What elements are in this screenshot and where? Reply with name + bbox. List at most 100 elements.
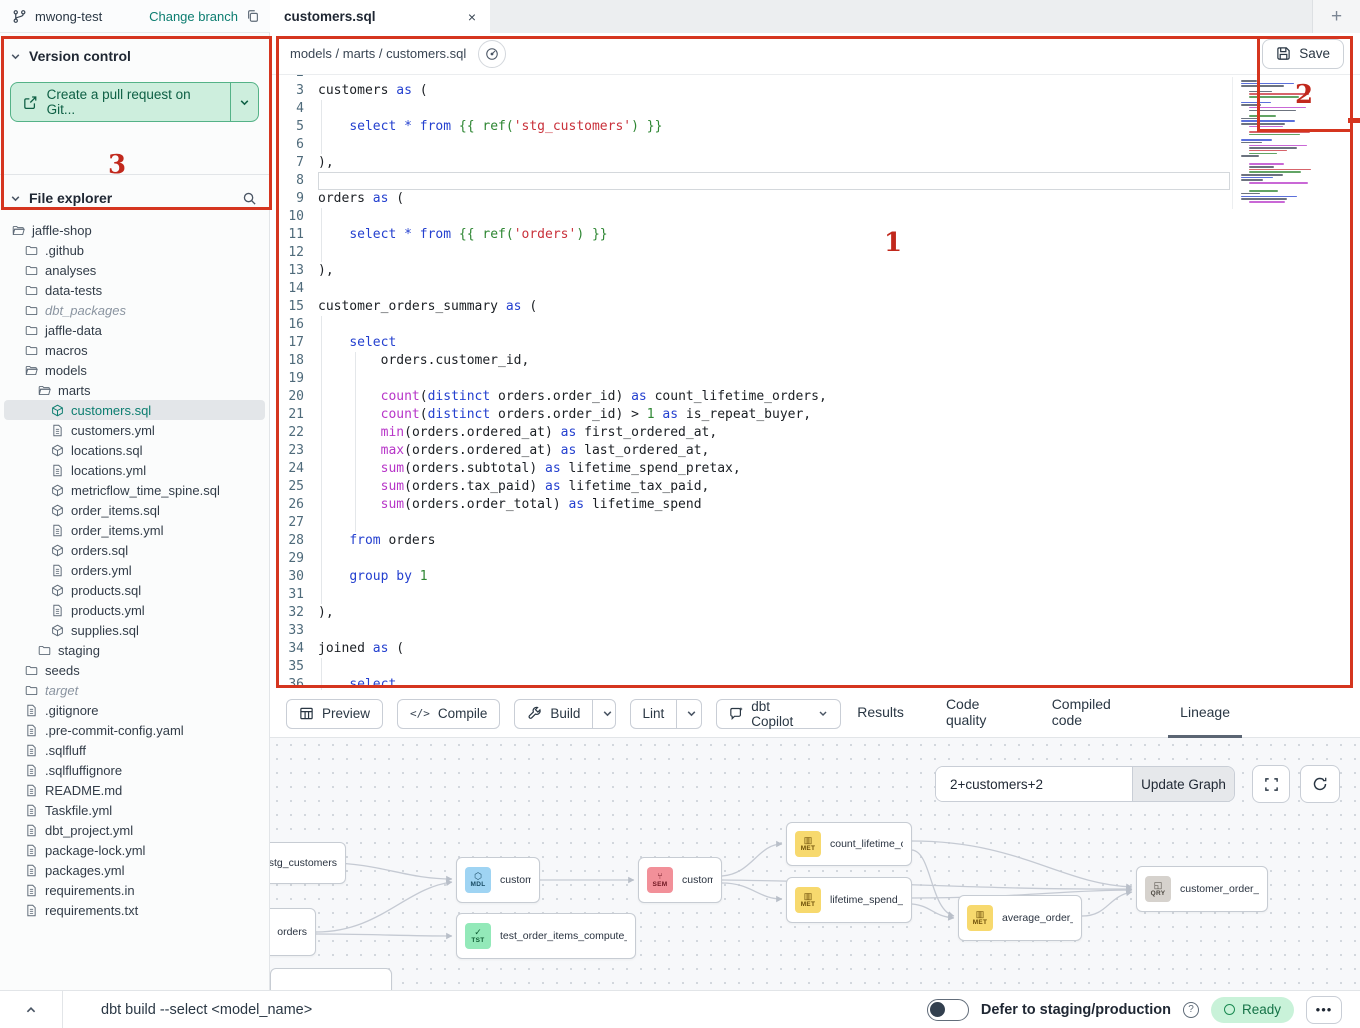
code-line-7[interactable]: 7), <box>270 154 1360 172</box>
fullscreen-button[interactable] <box>1252 765 1290 803</box>
tree-item-dbt-packages[interactable]: dbt_packages <box>4 300 265 320</box>
change-branch-link[interactable]: Change branch <box>149 9 238 24</box>
file-explorer-header[interactable]: File explorer <box>0 175 269 214</box>
lint-button[interactable]: Lint <box>631 700 677 728</box>
code-line-20[interactable]: 20 count(distinct orders.order_id) as co… <box>270 388 1360 406</box>
tree-item-marts[interactable]: marts <box>4 380 265 400</box>
tree-item-jaffle-shop[interactable]: jaffle-shop <box>4 220 265 240</box>
tree-item-data-tests[interactable]: data-tests <box>4 280 265 300</box>
code-line-31[interactable]: 31 <box>270 586 1360 604</box>
new-tab-button[interactable]: + <box>1312 0 1360 33</box>
code-line-23[interactable]: 23 max(orders.ordered_at) as last_ordere… <box>270 442 1360 460</box>
code-line-16[interactable]: 16 <box>270 316 1360 334</box>
code-line-29[interactable]: 29 <box>270 550 1360 568</box>
expand-command-bar[interactable] <box>0 1004 62 1016</box>
code-line-18[interactable]: 18 orders.customer_id, <box>270 352 1360 370</box>
code-line-27[interactable]: 27 <box>270 514 1360 532</box>
tab-lineage[interactable]: Lineage <box>1168 690 1242 738</box>
tree-item-products-yml[interactable]: products.yml <box>4 600 265 620</box>
compile-button[interactable]: </> Compile <box>397 699 500 729</box>
code-line-34[interactable]: 34joined as ( <box>270 640 1360 658</box>
defer-toggle[interactable] <box>927 999 969 1021</box>
code-line-9[interactable]: 9orders as ( <box>270 190 1360 208</box>
tree-item-metricflow-time-spine-sql[interactable]: metricflow_time_spine.sql <box>4 480 265 500</box>
code-line-15[interactable]: 15customer_orders_summary as ( <box>270 298 1360 316</box>
command-input[interactable]: dbt build --select <model_name> <box>101 1002 312 1018</box>
code-line-25[interactable]: 25 sum(orders.tax_paid) as lifetime_tax_… <box>270 478 1360 496</box>
tree-item--sqlfluff[interactable]: .sqlfluff <box>4 740 265 760</box>
tree-item--gitignore[interactable]: .gitignore <box>4 700 265 720</box>
tree-item-orders-sql[interactable]: orders.sql <box>4 540 265 560</box>
tree-item-customers-sql[interactable]: customers.sql <box>4 400 265 420</box>
code-line-3[interactable]: 3customers as ( <box>270 82 1360 100</box>
tree-item-macros[interactable]: macros <box>4 340 265 360</box>
lineage-node-customer-order-metrics[interactable]: ◱QRYcustomer_order_metrics <box>1136 866 1268 912</box>
refresh-button[interactable] <box>1300 765 1340 803</box>
copy-icon[interactable] <box>246 9 260 23</box>
code-line-8[interactable]: 8 <box>270 172 1360 190</box>
lineage-selector-input[interactable] <box>936 767 1132 801</box>
code-line-30[interactable]: 30 group by 1 <box>270 568 1360 586</box>
tree-item-analyses[interactable]: analyses <box>4 260 265 280</box>
lineage-node-stg-customers[interactable]: stg_customers <box>270 842 346 884</box>
code-line-4[interactable]: 4 <box>270 100 1360 118</box>
tree-item-locations-sql[interactable]: locations.sql <box>4 440 265 460</box>
tree-item--github[interactable]: .github <box>4 240 265 260</box>
lineage-node-customers[interactable]: ⬡MDLcustomers <box>456 857 540 903</box>
build-button[interactable]: Build <box>515 700 592 728</box>
code-line-10[interactable]: 10 <box>270 208 1360 226</box>
code-line-32[interactable]: 32), <box>270 604 1360 622</box>
tree-item-target[interactable]: target <box>4 680 265 700</box>
tree-item-customers-yml[interactable]: customers.yml <box>4 420 265 440</box>
code-line-24[interactable]: 24 sum(orders.subtotal) as lifetime_spen… <box>270 460 1360 478</box>
tree-item-readme-md[interactable]: README.md <box>4 780 265 800</box>
tree-item-order-items-sql[interactable]: order_items.sql <box>4 500 265 520</box>
lineage-node-lifetime-spend-pretax[interactable]: ▥METlifetime_spend_pretax <box>786 877 912 923</box>
code-line-6[interactable]: 6 <box>270 136 1360 154</box>
tree-item-products-sql[interactable]: products.sql <box>4 580 265 600</box>
help-icon[interactable]: ? <box>1183 1002 1199 1018</box>
code-line-12[interactable]: 12 <box>270 244 1360 262</box>
update-graph-button[interactable]: Update Graph <box>1132 767 1234 801</box>
code-line-36[interactable]: 36 select <box>270 676 1360 690</box>
save-button[interactable]: Save <box>1262 39 1344 69</box>
tab-results[interactable]: Results <box>855 690 906 738</box>
tree-item--pre-commit-config-yaml[interactable]: .pre-commit-config.yaml <box>4 720 265 740</box>
tree-item-dbt-project-yml[interactable]: dbt_project.yml <box>4 820 265 840</box>
code-line-26[interactable]: 26 sum(orders.order_total) as lifetime_s… <box>270 496 1360 514</box>
code-line-21[interactable]: 21 count(distinct orders.order_id) > 1 a… <box>270 406 1360 424</box>
tree-item-locations-yml[interactable]: locations.yml <box>4 460 265 480</box>
lineage-node-test-order-items-compute-to-bools-[interactable]: ✓TSTtest_order_items_compute_to_bools... <box>456 913 636 959</box>
pr-button-dropdown[interactable] <box>230 83 258 121</box>
tree-item-supplies-sql[interactable]: supplies.sql <box>4 620 265 640</box>
tree-item-order-items-yml[interactable]: order_items.yml <box>4 520 265 540</box>
code-line-2[interactable]: 2 <box>270 75 1360 82</box>
tree-item-models[interactable]: models <box>4 360 265 380</box>
code-line-19[interactable]: 19 <box>270 370 1360 388</box>
search-icon[interactable] <box>242 191 257 206</box>
tree-item-packages-yml[interactable]: packages.yml <box>4 860 265 880</box>
preview-button[interactable]: Preview <box>286 699 383 729</box>
dbt-copilot-button[interactable]: dbt Copilot <box>716 699 842 729</box>
tab-compiled-code[interactable]: Compiled code <box>1050 690 1130 738</box>
tree-item-taskfile-yml[interactable]: Taskfile.yml <box>4 800 265 820</box>
code-line-13[interactable]: 13), <box>270 262 1360 280</box>
model-health-icon[interactable] <box>478 40 506 68</box>
code-line-11[interactable]: 11 select * from {{ ref('orders') }} <box>270 226 1360 244</box>
tree-item-requirements-in[interactable]: requirements.in <box>4 880 265 900</box>
tree-item--sqlfluffignore[interactable]: .sqlfluffignore <box>4 760 265 780</box>
tab-customers-sql[interactable]: customers.sql × <box>270 0 490 33</box>
close-icon[interactable]: × <box>468 9 476 25</box>
create-pull-request-button[interactable]: Create a pull request on Git... <box>10 82 259 122</box>
tree-item-orders-yml[interactable]: orders.yml <box>4 560 265 580</box>
tab-code-quality[interactable]: Code quality <box>944 690 1012 738</box>
tree-item-package-lock-yml[interactable]: package-lock.yml <box>4 840 265 860</box>
code-editor[interactable]: 23customers as (45 select * from {{ ref(… <box>270 75 1360 690</box>
tree-item-seeds[interactable]: seeds <box>4 660 265 680</box>
code-line-22[interactable]: 22 min(orders.ordered_at) as first_order… <box>270 424 1360 442</box>
lineage-node-partial[interactable] <box>270 968 392 990</box>
version-control-header[interactable]: Version control <box>0 33 269 72</box>
lineage-node-average-order-value[interactable]: ▥METaverage_order_value <box>958 895 1082 941</box>
minimap[interactable] <box>1232 77 1312 209</box>
lineage-node-customers[interactable]: ⑂SEMcustomers <box>638 857 722 903</box>
